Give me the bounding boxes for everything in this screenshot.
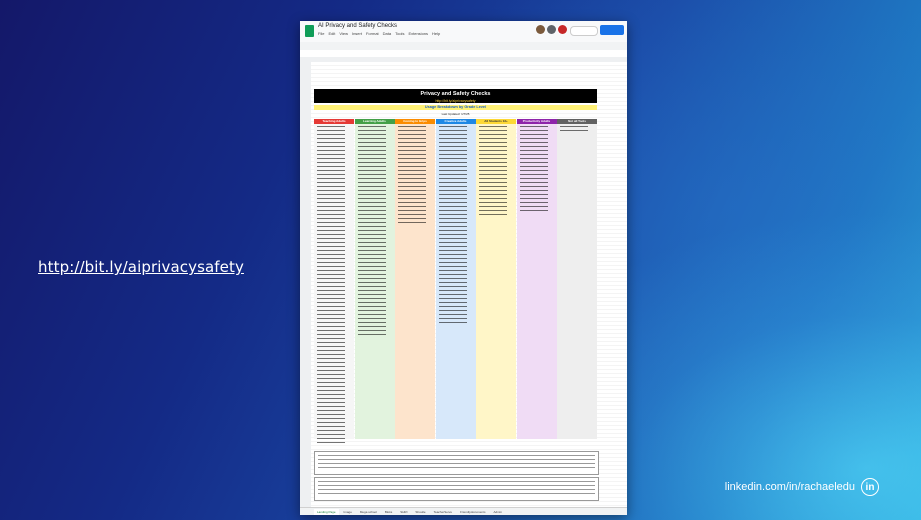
tab-friendlydocuments: Friendlydocuments — [460, 509, 486, 514]
sheet-title: Privacy and Safety Checks — [420, 91, 491, 97]
menu-file: File — [318, 31, 325, 36]
column-header: Learning Adults — [354, 119, 395, 124]
column-band — [557, 119, 597, 439]
avatar — [558, 25, 567, 34]
menu-edit: Edit — [328, 31, 336, 36]
linkedin-url: linkedin.com/in/rachaeledu — [724, 481, 855, 493]
menu-tools: Tools — [395, 31, 405, 36]
column-tool-list — [476, 126, 516, 216]
menu-data: Data — [382, 31, 392, 36]
tab-mega-school: Mega school — [359, 509, 377, 514]
sheets-title-bar: AI Privacy and Safety Checks File Edit V… — [300, 21, 627, 43]
linkedin-icon: in — [861, 478, 879, 496]
linkedin-handle[interactable]: linkedin.com/in/rachaeledu in — [725, 478, 879, 496]
column-tool-list — [557, 126, 597, 131]
privacy-safety-link[interactable]: http://bit.ly/aiprivacysafety — [38, 258, 244, 276]
column-header: Coming to Grips — [395, 119, 435, 124]
column-header: Creative Adults — [435, 119, 476, 124]
spreadsheet-screenshot: AI Privacy and Safety Checks File Edit V… — [300, 21, 627, 515]
menu-format: Format — [365, 31, 379, 36]
tab-teacherserve: TeacherServe — [433, 509, 453, 514]
tab-bloks: Bloks — [384, 509, 393, 514]
how-scores-box — [314, 477, 599, 501]
column-tool-list — [395, 126, 435, 226]
last-updated: Last Updated: 1/7/25 — [441, 112, 470, 116]
how-scores-text — [318, 481, 595, 497]
menu-view: View — [339, 31, 348, 36]
avatar — [547, 25, 556, 34]
menu-extensions: Extensions — [408, 31, 429, 36]
menu-bar: File Edit View Insert Format Data Tools … — [318, 31, 440, 36]
column-tool-list — [354, 126, 395, 336]
column-header: All Students 13+ — [476, 119, 516, 124]
column-header: Teaching Adults — [314, 119, 354, 124]
column-tool-list — [516, 126, 557, 211]
tab-shri: SHRI — [400, 509, 408, 514]
grade-level-label: Usage Breakdown by Grade Level — [424, 105, 487, 109]
tab-shuutle: Shuutle — [415, 509, 426, 514]
column-header: Productivity Adults — [516, 119, 557, 124]
column-tool-list — [314, 126, 354, 446]
tab-landing-page: Landing Page — [314, 508, 339, 515]
created-by-text — [318, 455, 595, 471]
sheet-link: http://bit.ly/aiprivacysafety — [435, 99, 476, 103]
column-header: Not all Tools — [557, 119, 597, 124]
sheet-tabs: Landing Page Image Mega school Bloks SHR… — [300, 507, 627, 515]
collaborator-avatars — [536, 25, 567, 34]
document-title: AI Privacy and Safety Checks — [318, 23, 398, 29]
sheets-logo-icon — [305, 25, 314, 37]
share-button — [600, 25, 624, 35]
share-dropdown — [570, 26, 598, 36]
tab-admin: Admin — [493, 509, 502, 514]
menu-insert: Insert — [351, 31, 362, 36]
avatar — [536, 25, 545, 34]
tab-image: Image — [343, 509, 352, 514]
menu-help: Help — [432, 31, 441, 36]
column-tool-list — [435, 126, 476, 326]
created-by-box — [314, 451, 599, 475]
